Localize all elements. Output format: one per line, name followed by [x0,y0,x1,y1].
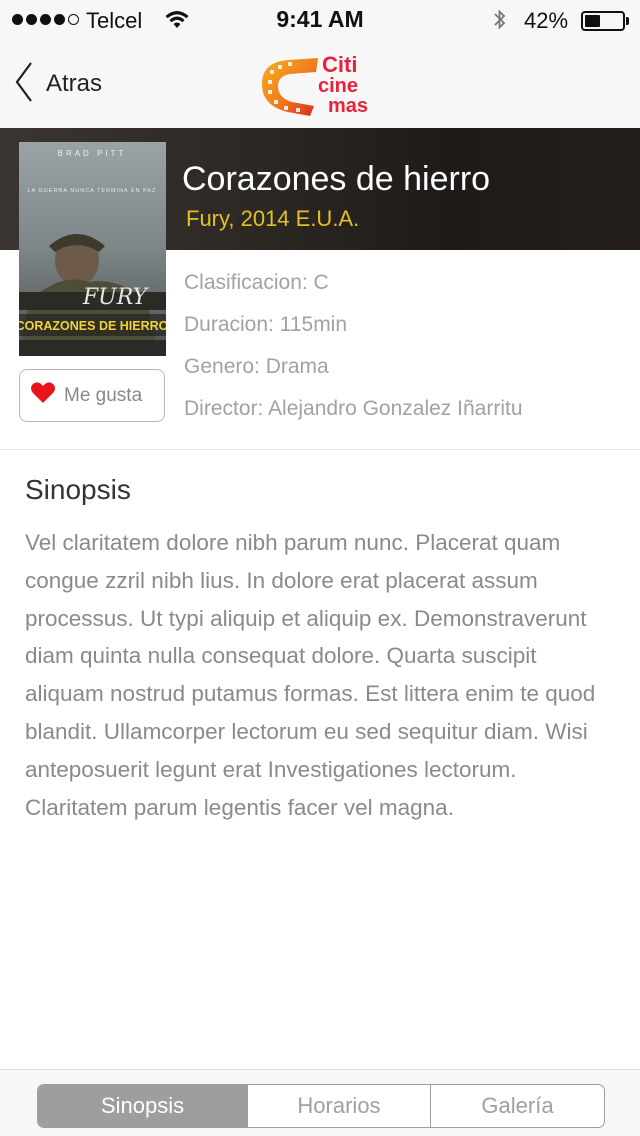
detail-duration: Duracion: 115min [184,313,348,336]
back-button[interactable]: Atras [14,61,103,108]
svg-text:mas: mas [328,95,368,117]
detail-classification: Clasificacion: C [184,271,329,294]
svg-text:Citi: Citi [322,52,357,77]
detail-director: Director: Alejandro Gonzalez Iñarritu [184,397,523,420]
nav-bar: Atras Citi cine mas [0,40,640,128]
back-label: Atras [46,70,103,97]
bluetooth-icon [492,8,508,37]
tab-galeria[interactable]: Galería [430,1085,604,1127]
tab-horarios[interactable]: Horarios [247,1085,430,1127]
svg-text:FURY: FURY [82,285,150,310]
battery-percent: 42% [524,8,569,33]
battery-icon [581,11,625,31]
like-button[interactable]: Me gusta [19,369,165,422]
svg-text:CORAZONES DE HIERRO: CORAZONES DE HIERRO [19,319,166,333]
citicinemas-logo: Citi cine mas [258,50,380,118]
tab-sinopsis[interactable]: Sinopsis [38,1085,247,1127]
synopsis-body: Vel claritatem dolore nibh parum nunc. P… [25,530,596,820]
movie-title: Corazones de hierro [182,160,491,198]
status-bar: Telcel 9:41 AM 42% [0,0,640,40]
segmented-control: Sinopsis Horarios Galería [37,1084,605,1128]
synopsis-heading: Sinopsis [25,474,131,505]
movie-poster: BRAD PITT LA GUERRA NUNCA TERMINA EN PAZ… [19,142,166,356]
svg-text:BRAD PITT: BRAD PITT [58,149,127,158]
detail-genre: Genero: Drama [184,355,329,378]
divider [0,449,640,450]
movie-subtitle: Fury, 2014 E.U.A. [186,206,360,231]
heart-icon [30,381,56,410]
chevron-left-icon [14,61,34,108]
svg-text:cine: cine [318,75,358,97]
like-label: Me gusta [64,384,143,406]
svg-text:LA GUERRA NUNCA TERMINA EN PAZ: LA GUERRA NUNCA TERMINA EN PAZ [28,188,157,194]
